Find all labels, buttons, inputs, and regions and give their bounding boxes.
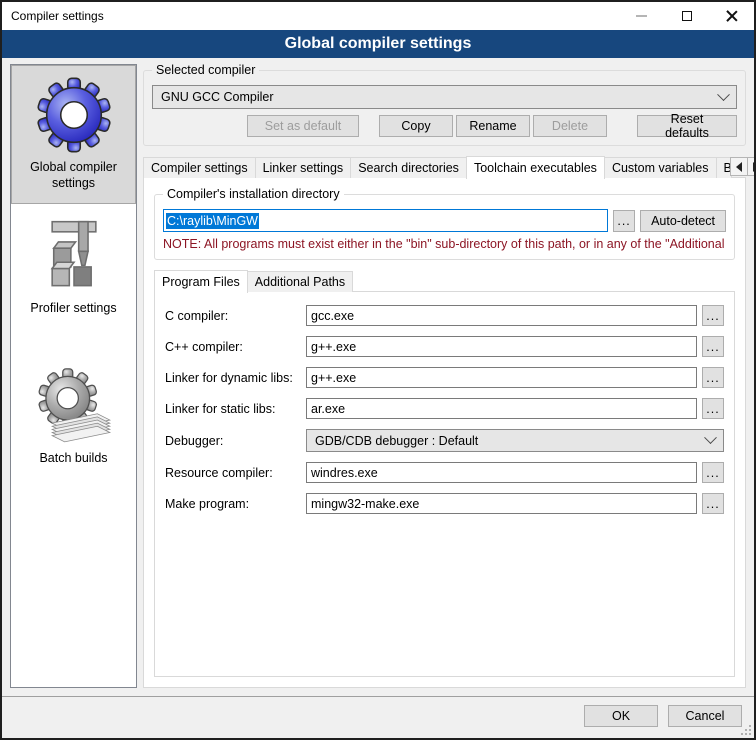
- cancel-button[interactable]: Cancel: [668, 705, 742, 727]
- c-compiler-row: C compiler: ...: [165, 305, 724, 326]
- tab-search-directories[interactable]: Search directories: [350, 157, 467, 178]
- static-linker-input[interactable]: [306, 398, 697, 419]
- static-linker-label: Linker for static libs:: [165, 402, 306, 416]
- profiler-caliper-icon: [35, 217, 113, 295]
- tab-compiler-settings[interactable]: Compiler settings: [143, 157, 256, 178]
- sidebar-item-global-compiler-settings[interactable]: Global compiler settings: [11, 65, 136, 204]
- minimize-button[interactable]: [619, 2, 664, 30]
- sidebar-item-profiler-settings[interactable]: Profiler settings: [11, 206, 136, 330]
- toolchain-executables-page: Compiler's installation directory C:\ray…: [143, 177, 746, 688]
- installation-directory-group: Compiler's installation directory C:\ray…: [154, 194, 735, 260]
- resource-compiler-label: Resource compiler:: [165, 466, 306, 480]
- selected-compiler-group: Selected compiler GNU GCC Compiler Set a…: [143, 70, 746, 146]
- window-title: Compiler settings: [2, 9, 104, 23]
- make-program-browse-button[interactable]: ...: [702, 493, 724, 514]
- close-button[interactable]: [709, 2, 754, 30]
- debugger-label: Debugger:: [165, 434, 306, 448]
- installation-directory-input[interactable]: C:\raylib\MinGW: [163, 209, 608, 232]
- dynamic-linker-label: Linker for dynamic libs:: [165, 371, 306, 385]
- auto-detect-button[interactable]: Auto-detect: [640, 210, 726, 232]
- maximize-button[interactable]: [664, 2, 709, 30]
- chevron-down-icon: [704, 431, 717, 444]
- sidebar: Global compiler settings: [10, 64, 137, 688]
- tab-custom-variables[interactable]: Custom variables: [604, 157, 717, 178]
- c-compiler-browse-button[interactable]: ...: [702, 305, 724, 326]
- settings-tabstrip: Compiler settings Linker settings Search…: [143, 156, 746, 178]
- compiler-buttons-row: Set as default Copy Rename Delete Reset …: [152, 115, 737, 137]
- tab-scroll-left-button[interactable]: [730, 157, 748, 176]
- minimize-icon: [636, 15, 647, 17]
- dynamic-linker-browse-button[interactable]: ...: [702, 367, 724, 388]
- bin-subdirectory-note: NOTE: All programs must exist either in …: [163, 237, 726, 251]
- main-panel: Selected compiler GNU GCC Compiler Set a…: [143, 64, 746, 688]
- installation-directory-value: C:\raylib\MinGW: [166, 213, 259, 229]
- delete-button[interactable]: Delete: [533, 115, 607, 137]
- chevron-down-icon: [717, 88, 730, 101]
- make-program-row: Make program: ...: [165, 493, 724, 514]
- maximize-icon: [682, 11, 692, 21]
- batch-builds-gear-icon: [35, 367, 113, 445]
- sidebar-item-label: Batch builds: [39, 451, 107, 467]
- dynamic-linker-input[interactable]: [306, 367, 697, 388]
- c-compiler-input[interactable]: [306, 305, 697, 326]
- blue-gear-icon: [35, 76, 113, 154]
- c-compiler-label: C compiler:: [165, 309, 306, 323]
- debugger-row: Debugger: GDB/CDB debugger : Default: [165, 429, 724, 452]
- resize-grip[interactable]: [740, 724, 752, 736]
- cpp-compiler-label: C++ compiler:: [165, 340, 306, 354]
- page-title: Global compiler settings: [2, 30, 754, 58]
- copy-button[interactable]: Copy: [379, 115, 453, 137]
- installation-directory-group-label: Compiler's installation directory: [163, 187, 344, 201]
- ok-button[interactable]: OK: [584, 705, 658, 727]
- debugger-value: GDB/CDB debugger : Default: [315, 434, 706, 448]
- rename-button[interactable]: Rename: [456, 115, 530, 137]
- selected-compiler-combobox[interactable]: GNU GCC Compiler: [152, 85, 737, 109]
- cpp-compiler-input[interactable]: [306, 336, 697, 357]
- tab-linker-settings[interactable]: Linker settings: [255, 157, 352, 178]
- compiler-settings-dialog: Compiler settings Global compiler settin…: [0, 0, 756, 740]
- set-as-default-button[interactable]: Set as default: [247, 115, 359, 137]
- resource-compiler-input[interactable]: [306, 462, 697, 483]
- installation-directory-row: C:\raylib\MinGW ... Auto-detect: [163, 209, 726, 232]
- tab-toolchain-executables[interactable]: Toolchain executables: [466, 156, 605, 179]
- selected-compiler-value: GNU GCC Compiler: [161, 90, 719, 104]
- cpp-compiler-browse-button[interactable]: ...: [702, 336, 724, 357]
- reset-defaults-button[interactable]: Reset defaults: [637, 115, 737, 137]
- sidebar-item-label: Global compiler settings: [16, 160, 131, 191]
- static-linker-browse-button[interactable]: ...: [702, 398, 724, 419]
- subtab-additional-paths[interactable]: Additional Paths: [247, 271, 353, 292]
- arrow-left-icon: [736, 162, 742, 172]
- cpp-compiler-row: C++ compiler: ...: [165, 336, 724, 357]
- browse-directory-button[interactable]: ...: [613, 210, 635, 232]
- subtab-program-files[interactable]: Program Files: [154, 270, 248, 293]
- dynamic-linker-row: Linker for dynamic libs: ...: [165, 367, 724, 388]
- static-linker-row: Linker for static libs: ...: [165, 398, 724, 419]
- tab-scroll-arrows: [731, 157, 756, 176]
- selected-compiler-group-label: Selected compiler: [152, 63, 259, 77]
- dialog-body: Global compiler settings: [2, 58, 754, 696]
- debugger-combobox[interactable]: GDB/CDB debugger : Default: [306, 429, 724, 452]
- tab-scroll-right-button[interactable]: [747, 157, 756, 176]
- dialog-footer: OK Cancel: [2, 696, 754, 738]
- make-program-label: Make program:: [165, 497, 306, 511]
- sidebar-item-batch-builds[interactable]: Batch builds: [11, 356, 136, 480]
- resource-compiler-row: Resource compiler: ...: [165, 462, 724, 483]
- arrow-right-icon: [753, 162, 756, 172]
- make-program-input[interactable]: [306, 493, 697, 514]
- program-files-page: C compiler: ... C++ compiler: ... Linker…: [154, 291, 735, 677]
- titlebar[interactable]: Compiler settings: [2, 2, 754, 30]
- close-icon: [726, 10, 738, 22]
- sidebar-item-label: Profiler settings: [30, 301, 116, 317]
- resource-compiler-browse-button[interactable]: ...: [702, 462, 724, 483]
- files-subtabstrip: Program Files Additional Paths: [154, 270, 735, 292]
